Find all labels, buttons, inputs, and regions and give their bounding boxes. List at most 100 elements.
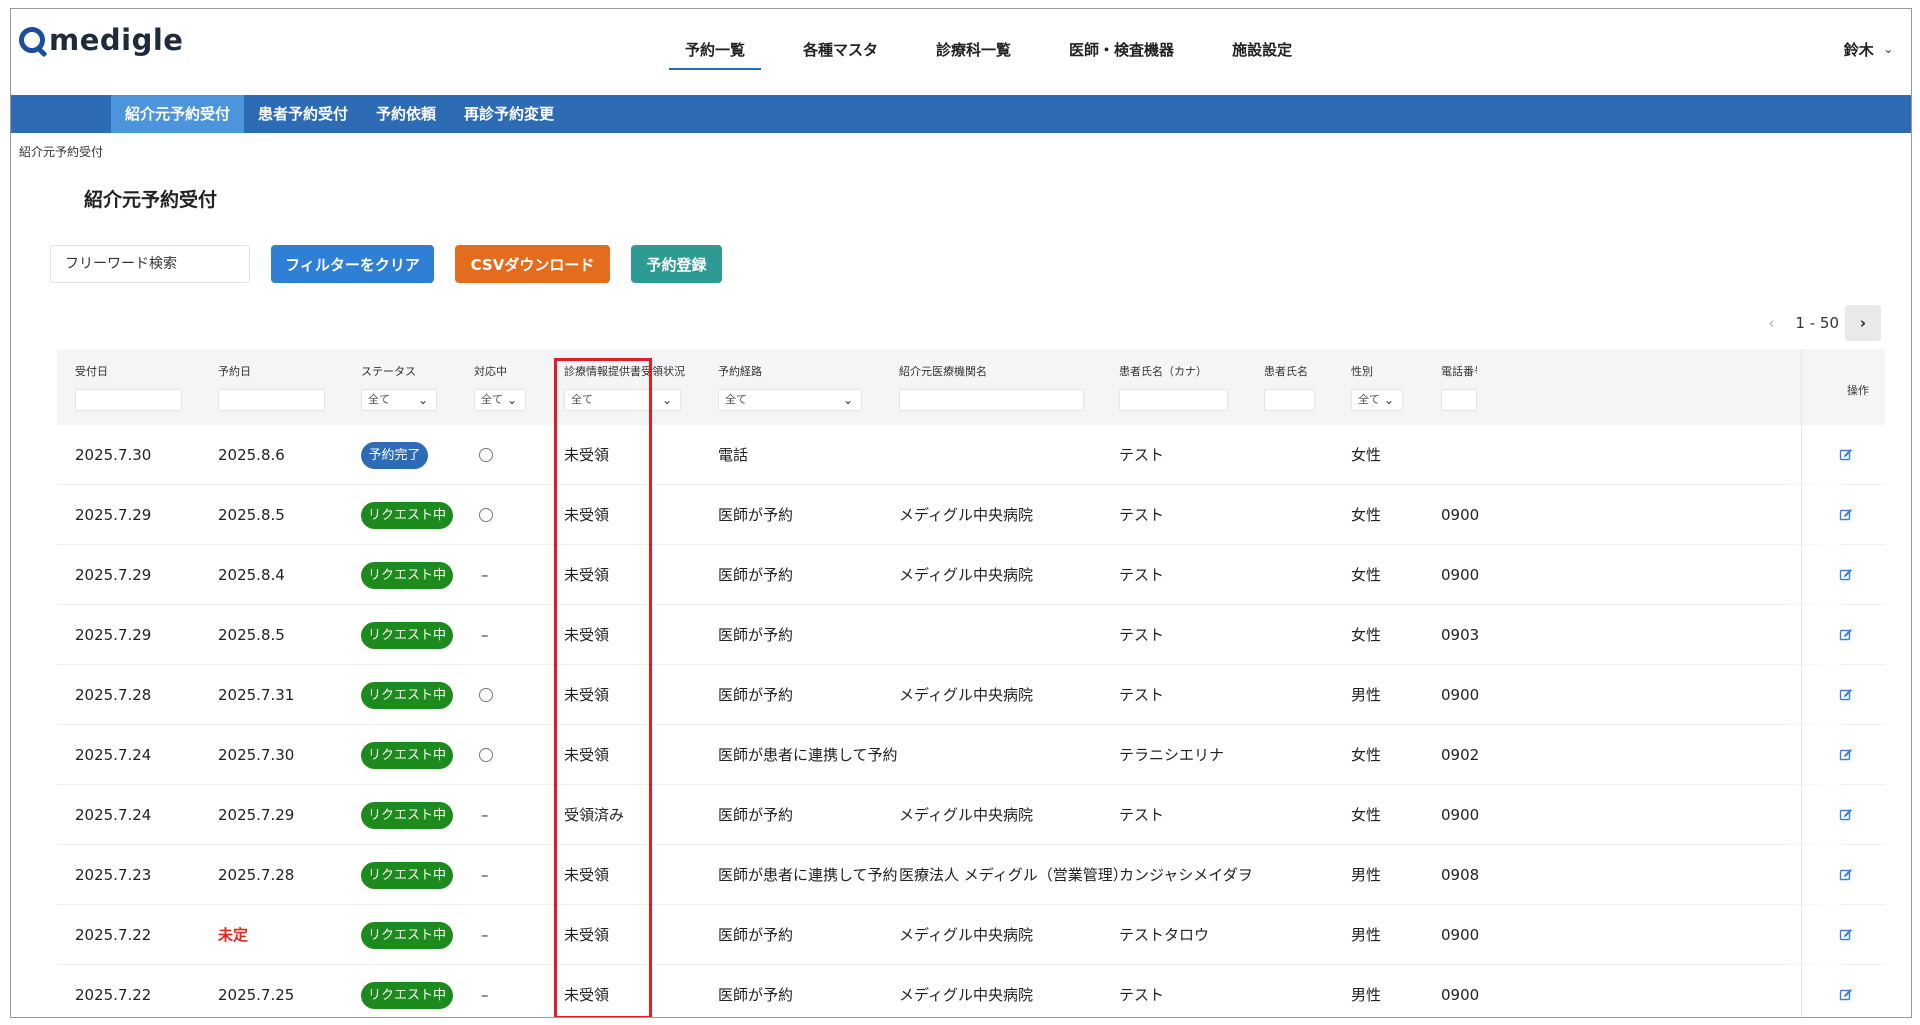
header-info-doc[interactable]: 診療情報提供書受領状況 (564, 363, 685, 379)
main-nav: 予約一覧 各種マスタ 診療科一覧 医師・検査機器 施設設定 (669, 31, 1334, 70)
cell-received-date: 2025.7.29 (75, 626, 152, 644)
table-row[interactable]: 2025.7.28 2025.7.31 リクエスト中 未受領 医師が予約 メディグル中央病… (57, 665, 1885, 725)
main-nav-reservations[interactable]: 予約一覧 (669, 31, 762, 70)
cell-gender: 男性 (1351, 686, 1382, 704)
sub-nav-revisit[interactable]: 再診予約変更 (450, 95, 568, 133)
cell-info-doc: 未受領 (564, 566, 610, 584)
edit-icon[interactable] (1839, 988, 1853, 1002)
header-gender[interactable]: 性別 (1351, 363, 1373, 379)
cell-received-date: 2025.7.22 (75, 986, 152, 1004)
chevron-right-icon[interactable]: › (1845, 305, 1881, 341)
cell-gender: 女性 (1351, 446, 1382, 464)
table-row[interactable]: 2025.7.30 2025.8.6 予約完了 未受領 電話 テスト 女性 (57, 425, 1885, 485)
status-badge: リクエスト中 (361, 622, 453, 649)
handling-dash: – (481, 926, 489, 944)
cell-reserved-date: 2025.8.5 (218, 626, 285, 644)
sub-nav-referral[interactable]: 紹介元予約受付 (111, 95, 245, 133)
main-nav-doctors[interactable]: 医師・検査機器 (1053, 31, 1190, 70)
cell-gender: 女性 (1351, 506, 1382, 524)
header-institution[interactable]: 紹介元医療機関名 (899, 363, 987, 379)
cell-info-doc: 未受領 (564, 926, 610, 944)
filter-handling-value: 全て (481, 393, 503, 406)
edit-icon[interactable] (1839, 928, 1853, 942)
page-title: 紹介元予約受付 (84, 189, 218, 211)
search-input[interactable] (50, 245, 250, 283)
cell-route: 電話 (718, 446, 749, 464)
main-nav-masters[interactable]: 各種マスタ (787, 31, 894, 70)
edit-icon[interactable] (1839, 688, 1853, 702)
status-badge: リクエスト中 (361, 502, 453, 529)
cell-reserved-date: 2025.7.25 (218, 986, 295, 1004)
filter-reserved-date[interactable] (218, 389, 325, 411)
table-row[interactable]: 2025.7.22 未定 リクエスト中 – 未受領 医師が予約 メディグル中央病院 テストタロ… (57, 905, 1885, 965)
header-kana[interactable]: 患者氏名（カナ） (1119, 363, 1207, 379)
filter-gender-value: 全て (1358, 393, 1380, 406)
cell-reserved-date: 2025.7.28 (218, 866, 295, 884)
table-row[interactable]: 2025.7.29 2025.8.5 リクエスト中 未受領 医師が予約 メディグル中央病院… (57, 485, 1885, 545)
status-badge: リクエスト中 (361, 742, 453, 769)
filter-name[interactable] (1264, 389, 1315, 411)
chevron-down-icon: ⌄ (506, 393, 517, 407)
cell-reserved-date: 2025.7.31 (218, 686, 295, 704)
edit-icon[interactable] (1839, 868, 1853, 882)
sub-nav: 紹介元予約受付 患者予約受付 予約依頼 再診予約変更 (11, 95, 1911, 133)
cell-institution: メディグル中央病院 (899, 686, 1033, 704)
cell-received-date: 2025.7.24 (75, 806, 152, 824)
logo-text: medigle (49, 23, 184, 57)
filter-gender[interactable]: 全て ⌄ (1351, 389, 1403, 411)
user-menu[interactable]: 鈴木 ⌄ (1844, 39, 1893, 60)
table-row[interactable]: 2025.7.23 2025.7.28 リクエスト中 – 未受領 医師が患者に連携して予約… (57, 845, 1885, 905)
header-reserved-date[interactable]: 予約日 (218, 363, 251, 379)
cell-kana: テスト (1119, 566, 1165, 584)
filter-info-doc[interactable]: 全て ⌄ (564, 389, 681, 411)
filter-received-date[interactable] (75, 389, 182, 411)
filter-institution[interactable] (899, 389, 1084, 411)
cell-gender: 女性 (1351, 806, 1382, 824)
sub-nav-request[interactable]: 予約依頼 (362, 95, 450, 133)
clear-filter-button[interactable]: フィルターをクリア (271, 245, 434, 283)
edit-icon[interactable] (1839, 568, 1853, 582)
filter-phone[interactable] (1441, 389, 1477, 411)
handling-circle-icon (479, 748, 493, 762)
chevron-down-icon: ⌄ (1883, 43, 1893, 56)
csv-download-button[interactable]: CSVダウンロード (455, 245, 610, 283)
header-phone[interactable]: 電話番号 (1441, 363, 1477, 379)
filter-kana[interactable] (1119, 389, 1228, 411)
header-route[interactable]: 予約経路 (718, 363, 762, 379)
header-received-date[interactable]: 受付日 (75, 363, 108, 379)
edit-icon[interactable] (1839, 448, 1853, 462)
cell-phone: 0902 (1441, 746, 1480, 764)
main-nav-facility[interactable]: 施設設定 (1216, 31, 1308, 70)
cell-info-doc: 受領済み (564, 806, 625, 824)
register-button[interactable]: 予約登録 (631, 245, 722, 283)
edit-icon[interactable] (1839, 508, 1853, 522)
edit-icon[interactable] (1839, 628, 1853, 642)
cell-info-doc: 未受領 (564, 746, 610, 764)
chevron-down-icon: ⌄ (1383, 393, 1394, 407)
header-name[interactable]: 患者氏名 (1264, 363, 1308, 379)
filter-handling[interactable]: 全て ⌄ (474, 389, 526, 411)
cell-kana: テスト (1119, 446, 1165, 464)
table-row[interactable]: 2025.7.29 2025.8.5 リクエスト中 – 未受領 医師が予約 テスト 女性 090… (57, 605, 1885, 665)
header-handling[interactable]: 対応中 (474, 363, 507, 379)
header-status[interactable]: ステータス (361, 363, 416, 379)
table-row[interactable]: 2025.7.24 2025.7.30 リクエスト中 未受領 医師が患者に連携して予約 テ… (57, 725, 1885, 785)
filter-status[interactable]: 全て ⌄ (361, 389, 437, 411)
status-badge: リクエスト中 (361, 982, 453, 1009)
edit-icon[interactable] (1839, 748, 1853, 762)
main-nav-departments[interactable]: 診療科一覧 (920, 31, 1027, 70)
cell-info-doc: 未受領 (564, 986, 610, 1004)
logo[interactable]: medigle (19, 23, 183, 57)
status-badge: 予約完了 (361, 442, 428, 469)
table-row[interactable]: 2025.7.29 2025.8.4 リクエスト中 – 未受領 医師が予約 メディグル中央病… (57, 545, 1885, 605)
filter-route[interactable]: 全て ⌄ (718, 389, 862, 411)
edit-icon[interactable] (1839, 808, 1853, 822)
table-row[interactable]: 2025.7.22 2025.7.25 リクエスト中 – 未受領 医師が予約 メディグル中央… (57, 965, 1885, 1017)
cell-gender: 男性 (1351, 866, 1382, 884)
cell-institution: メディグル中央病院 (899, 926, 1033, 944)
sub-nav-patient[interactable]: 患者予約受付 (244, 95, 362, 133)
table-row[interactable]: 2025.7.24 2025.7.29 リクエスト中 – 受領済み 医師が予約 メディグル中… (57, 785, 1885, 845)
status-badge: リクエスト中 (361, 802, 453, 829)
chevron-left-icon[interactable]: ‹ (1753, 305, 1789, 341)
app-window: medigle 予約一覧 各種マスタ 診療科一覧 医師・検査機器 施設設定 鈴木… (10, 8, 1912, 1018)
